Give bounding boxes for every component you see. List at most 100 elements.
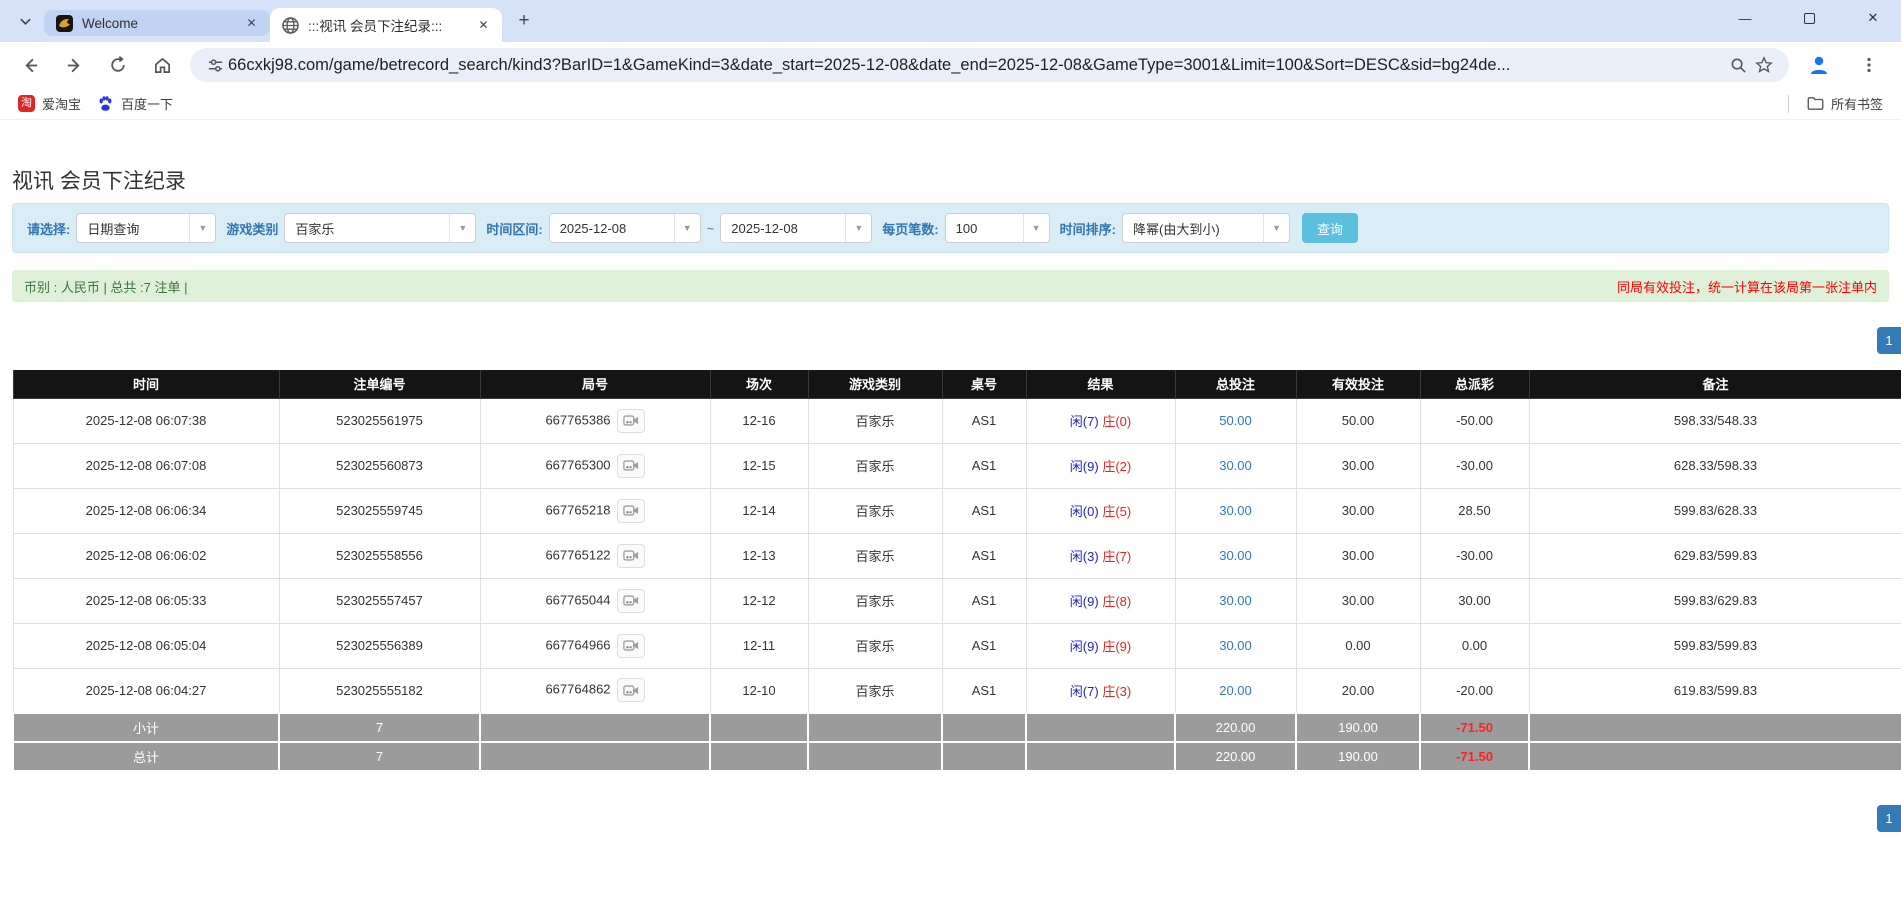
cell-game: 百家乐	[808, 623, 942, 668]
tab-search-chevron-icon[interactable]	[10, 6, 40, 36]
site-settings-icon[interactable]	[202, 52, 228, 78]
foot-count: 7	[279, 742, 480, 771]
bookmark-label: 爱淘宝	[42, 94, 81, 113]
folder-icon	[1807, 96, 1824, 111]
cell-time: 2025-12-08 06:05:04	[13, 623, 279, 668]
address-bar[interactable]: 66cxkj98.com/game/betrecord_search/kind3…	[190, 48, 1789, 82]
cell-time: 2025-12-08 06:07:38	[13, 398, 279, 443]
tab-welcome[interactable]: Welcome ✕	[44, 10, 270, 36]
pagination-page-1-bottom[interactable]: 1	[1877, 805, 1901, 832]
cell-valid-bet: 30.00	[1296, 578, 1420, 623]
query-type-select[interactable]: 日期查询 ▼	[76, 213, 216, 243]
column-header: 场次	[710, 370, 808, 398]
cell-game: 百家乐	[808, 533, 942, 578]
maximize-button[interactable]	[1789, 3, 1829, 33]
baidu-paw-icon	[97, 95, 114, 112]
date-start-select[interactable]: 2025-12-08 ▼	[549, 213, 701, 243]
table-row: 2025-12-08 06:04:27 523025555182 6677648…	[13, 668, 1901, 713]
page-title: 视讯 会员下注纪录	[12, 165, 186, 195]
per-page-label: 每页笔数:	[882, 219, 938, 238]
video-replay-icon[interactable]	[617, 454, 645, 478]
pagination-page-1-top[interactable]: 1	[1877, 327, 1901, 354]
video-replay-icon[interactable]	[617, 589, 645, 613]
cell-bet-id: 523025558556	[279, 533, 480, 578]
cell-bet-id: 523025556389	[279, 623, 480, 668]
cell-bet-id: 523025561975	[279, 398, 480, 443]
cell-total-bet[interactable]: 30.00	[1175, 533, 1296, 578]
sort-label: 时间排序:	[1060, 219, 1116, 238]
url-text[interactable]: 66cxkj98.com/game/betrecord_search/kind3…	[228, 56, 1725, 75]
bookmark-taobao[interactable]: 淘 爱淘宝	[10, 91, 89, 116]
chevron-down-icon: ▼	[189, 214, 215, 242]
cell-note: 599.83/599.83	[1529, 623, 1901, 668]
cell-round: 667765386	[480, 398, 710, 443]
cell-result: 闲(0) 庄(5)	[1026, 488, 1175, 533]
new-tab-button[interactable]: +	[510, 7, 538, 35]
tab-close-icon[interactable]: ✕	[243, 15, 260, 32]
video-replay-icon[interactable]	[617, 678, 645, 702]
bet-table-body: 2025-12-08 06:07:38 523025561975 6677653…	[13, 398, 1901, 713]
cell-session: 12-15	[710, 443, 808, 488]
cell-session: 12-14	[710, 488, 808, 533]
cell-valid-bet: 20.00	[1296, 668, 1420, 713]
cell-time: 2025-12-08 06:07:08	[13, 443, 279, 488]
home-icon[interactable]	[145, 48, 179, 82]
column-header: 时间	[13, 370, 279, 398]
cell-valid-bet: 30.00	[1296, 443, 1420, 488]
date-end-select[interactable]: 2025-12-08 ▼	[720, 213, 872, 243]
cell-round: 667765218	[480, 488, 710, 533]
profile-avatar[interactable]	[1802, 48, 1836, 82]
cell-table-no: AS1	[942, 488, 1026, 533]
bookmark-label: 百度一下	[121, 94, 173, 113]
table-row: 2025-12-08 06:05:04 523025556389 6677649…	[13, 623, 1901, 668]
video-replay-icon[interactable]	[617, 634, 645, 658]
sort-select[interactable]: 降幂(由大到小) ▼	[1122, 213, 1290, 243]
video-replay-icon[interactable]	[617, 544, 645, 568]
bookmark-baidu[interactable]: 百度一下	[89, 91, 181, 116]
game-category-select[interactable]: 百家乐 ▼	[284, 213, 476, 243]
browser-menu-icon[interactable]	[1852, 48, 1886, 82]
cell-payout: -20.00	[1420, 668, 1529, 713]
cell-result: 闲(9) 庄(8)	[1026, 578, 1175, 623]
cell-total-bet[interactable]: 50.00	[1175, 398, 1296, 443]
cell-table-no: AS1	[942, 443, 1026, 488]
cell-payout: -50.00	[1420, 398, 1529, 443]
reload-icon[interactable]	[101, 48, 135, 82]
cell-valid-bet: 0.00	[1296, 623, 1420, 668]
cell-total-bet[interactable]: 30.00	[1175, 623, 1296, 668]
search-button[interactable]: 查询	[1302, 213, 1358, 243]
per-page-select[interactable]: 100 ▼	[945, 213, 1050, 243]
tilde-separator: ~	[707, 221, 715, 236]
cell-table-no: AS1	[942, 578, 1026, 623]
toolbar-right	[1797, 48, 1891, 82]
tab-betrecord[interactable]: :::视讯 会员下注纪录::: ✕	[270, 8, 502, 42]
table-row: 2025-12-08 06:07:08 523025560873 6677653…	[13, 443, 1901, 488]
cell-round: 667764966	[480, 623, 710, 668]
cell-total-bet[interactable]: 30.00	[1175, 578, 1296, 623]
back-icon[interactable]	[13, 48, 47, 82]
foot-payout: -71.50	[1420, 713, 1529, 742]
cell-total-bet[interactable]: 30.00	[1175, 443, 1296, 488]
cell-round: 667765044	[480, 578, 710, 623]
bet-records-table: 时间注单编号局号场次游戏类别桌号结果总投注有效投注总派彩备注 2025-12-0…	[12, 370, 1901, 772]
select-type-label: 请选择:	[27, 219, 70, 238]
close-window-button[interactable]: ✕	[1853, 3, 1893, 33]
video-replay-icon[interactable]	[617, 409, 645, 433]
game-category-label: 游戏类别	[226, 219, 278, 238]
bookmark-star-icon[interactable]	[1751, 52, 1777, 78]
tab-title: :::视讯 会员下注纪录:::	[308, 15, 467, 35]
minimize-button[interactable]: —	[1725, 3, 1765, 33]
all-bookmarks-button[interactable]: 所有书签	[1799, 91, 1891, 116]
video-replay-icon[interactable]	[617, 499, 645, 523]
cell-total-bet[interactable]: 20.00	[1175, 668, 1296, 713]
zoom-icon[interactable]	[1725, 52, 1751, 78]
cell-time: 2025-12-08 06:06:34	[13, 488, 279, 533]
cell-result: 闲(7) 庄(3)	[1026, 668, 1175, 713]
forward-icon[interactable]	[57, 48, 91, 82]
cell-total-bet[interactable]: 30.00	[1175, 488, 1296, 533]
column-header: 备注	[1529, 370, 1901, 398]
cell-bet-id: 523025557457	[279, 578, 480, 623]
chevron-down-icon: ▼	[449, 214, 475, 242]
cell-game: 百家乐	[808, 443, 942, 488]
tab-close-icon[interactable]: ✕	[475, 17, 492, 34]
